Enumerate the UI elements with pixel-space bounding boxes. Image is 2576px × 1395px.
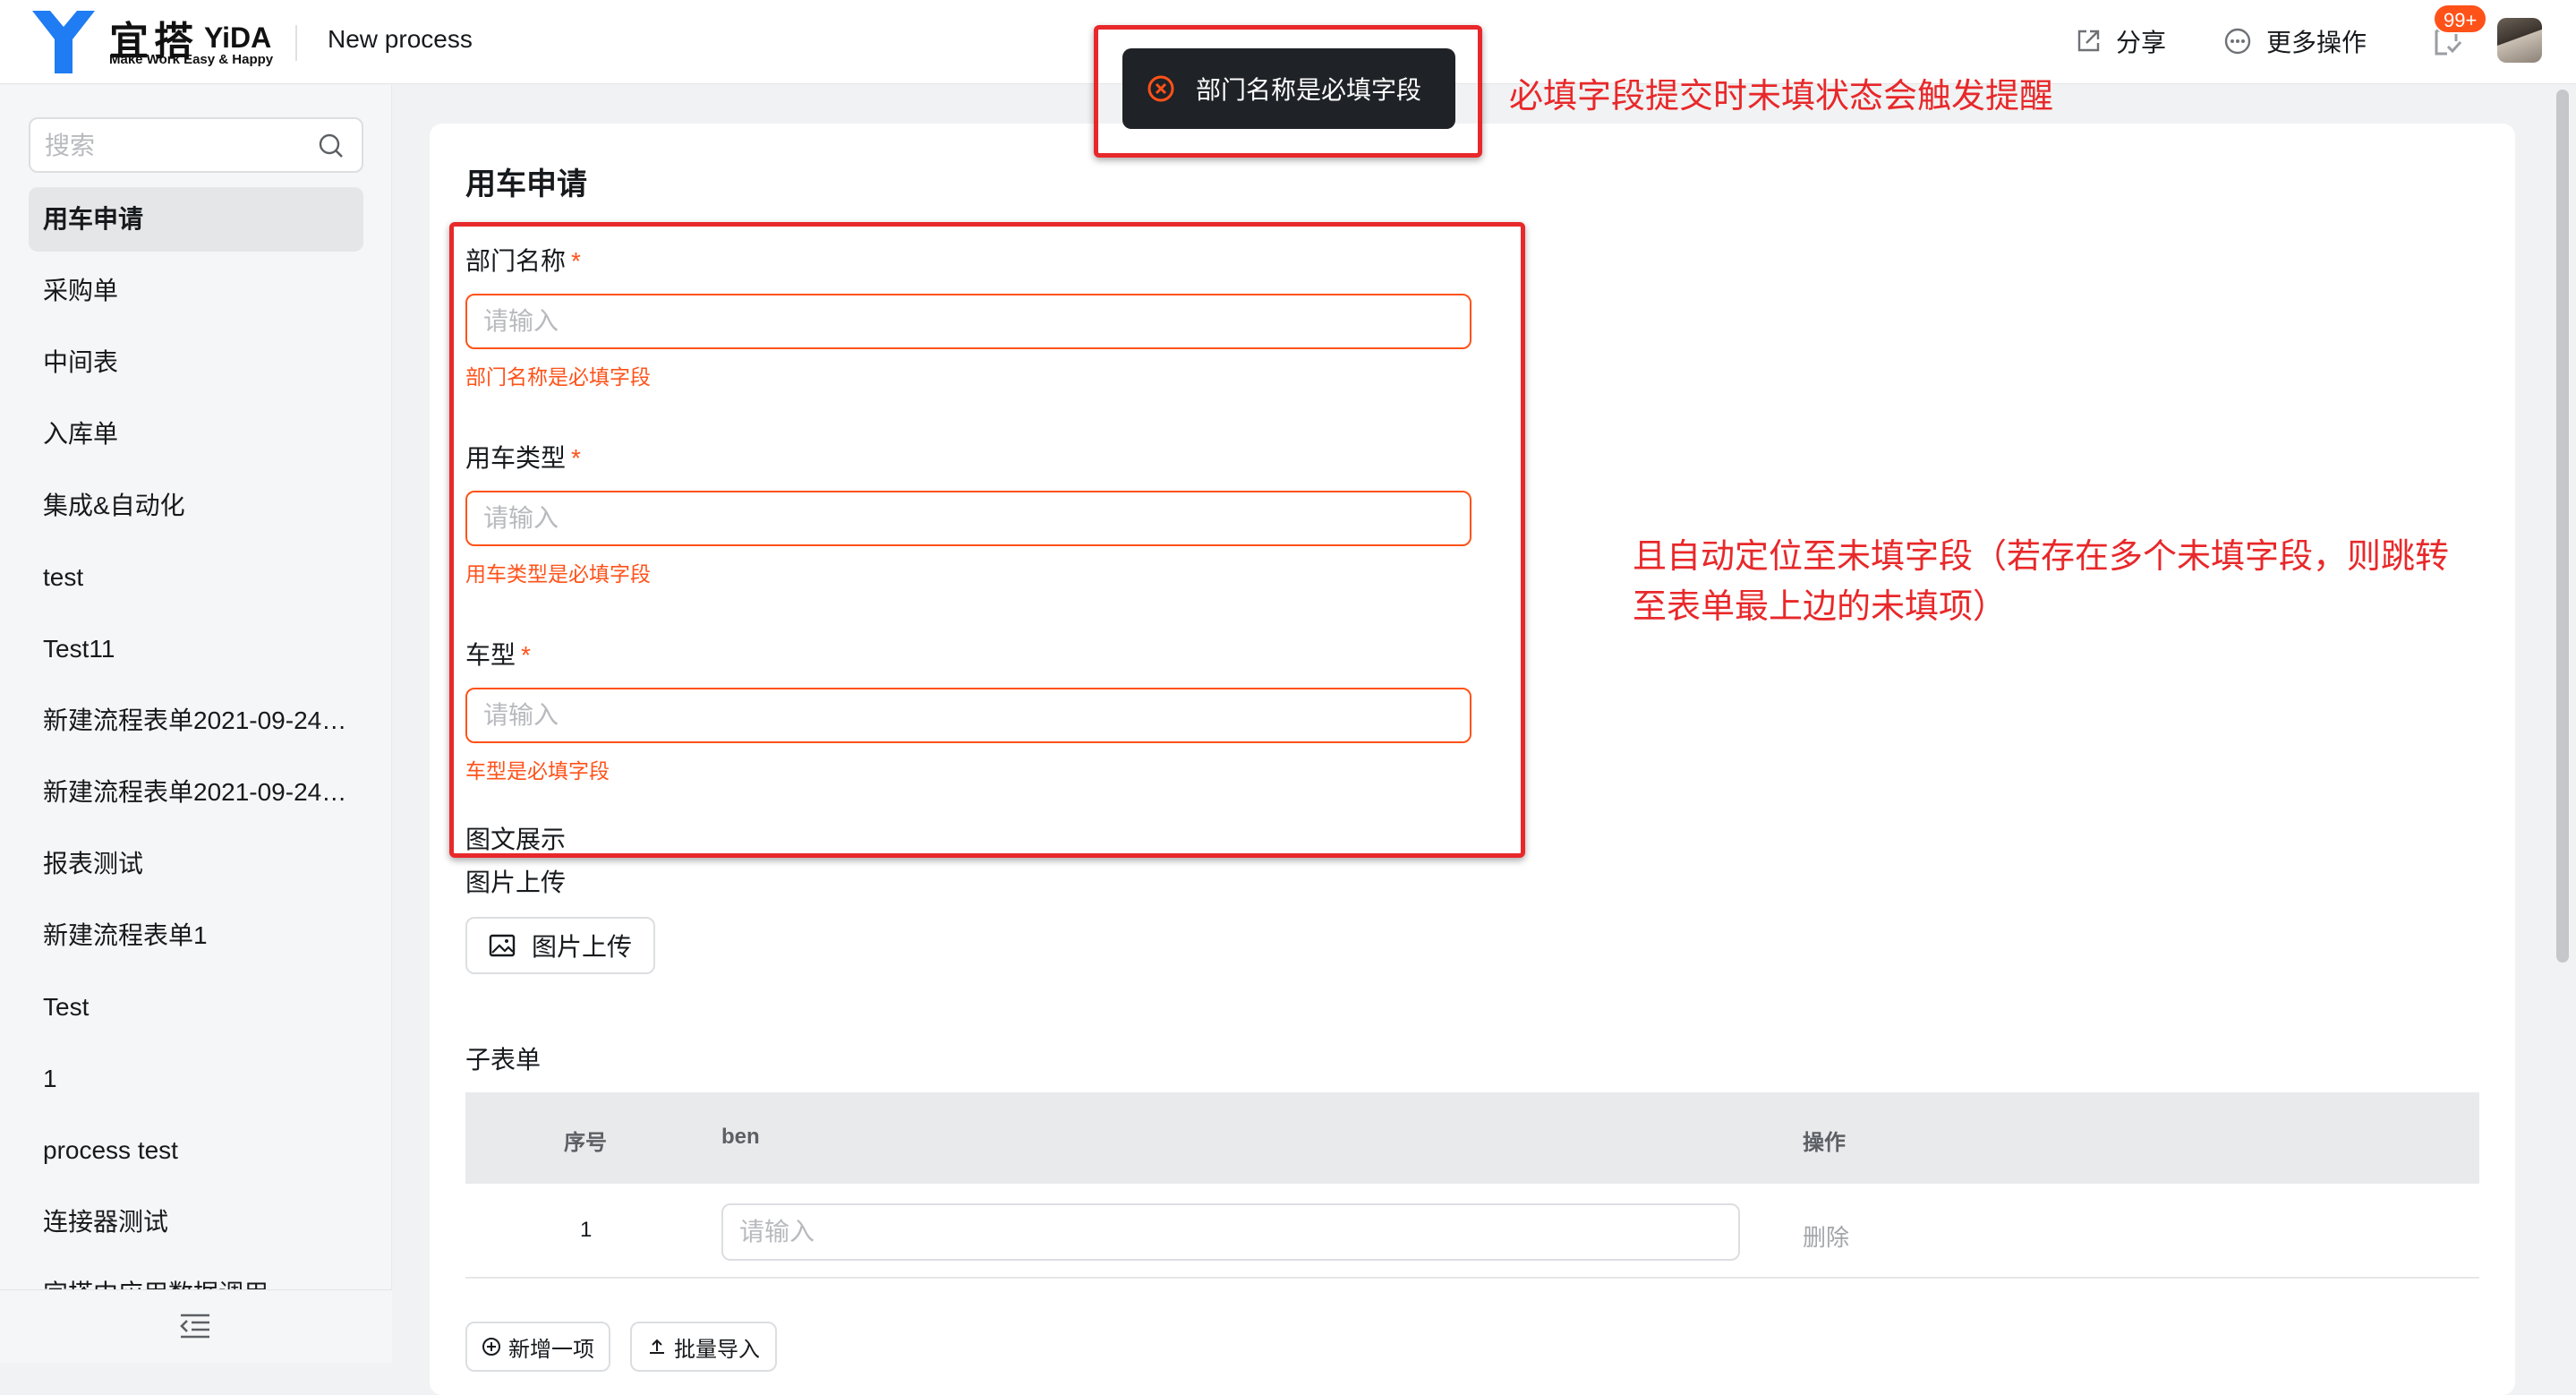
image-upload-button[interactable]: 图片上传 [465, 917, 655, 974]
column-header-index: 序号 [564, 1131, 607, 1155]
sidebar-item-vehicle-request[interactable]: 用车申请 [29, 187, 363, 252]
sidebar-item[interactable]: Test [29, 975, 363, 1040]
annotation-toast-note: 必填字段提交时未填状态会触发提醒 [1509, 78, 2054, 116]
add-item-button[interactable]: 新增一项 [465, 1322, 610, 1372]
page-scrollbar[interactable] [2556, 90, 2569, 963]
sidebar-item[interactable]: 采购单 [29, 259, 363, 323]
share-button[interactable]: 分享 [2075, 23, 2166, 59]
annotation-box-toast [1094, 25, 1482, 158]
subform-table-header: 序号 ben 操作 [465, 1092, 2479, 1184]
table-row: 1 删除 [465, 1184, 2479, 1279]
form-title: 用车申请 [465, 167, 587, 201]
sidebar-item[interactable]: 中间表 [29, 330, 363, 395]
sidebar: 用车申请 采购单 中间表 入库单 集成&自动化 test Test11 新建流程… [0, 85, 392, 1363]
logo-tagline: Make Work Easy & Happy [109, 52, 274, 67]
sidebar-item[interactable]: 1 [29, 1047, 363, 1111]
image-upload-button-label: 图片上传 [531, 933, 632, 961]
annotation-box-form [449, 222, 1525, 858]
more-actions-button[interactable]: 更多操作 [2223, 23, 2367, 59]
plus-circle-icon [482, 1338, 500, 1356]
todo-count-badge: 99+ [2433, 4, 2488, 34]
sidebar-item[interactable]: 新建流程表单1 [29, 903, 363, 968]
batch-import-button[interactable]: 批量导入 [630, 1322, 777, 1372]
search-input[interactable] [45, 130, 313, 162]
image-upload-label: 图片上传 [465, 869, 567, 896]
upload-icon [650, 1339, 664, 1354]
add-item-label: 新增一项 [508, 1337, 594, 1362]
sidebar-item[interactable]: 连接器测试 [29, 1190, 363, 1254]
row-index: 1 [580, 1218, 593, 1242]
column-header-ben: ben [721, 1125, 760, 1149]
more-icon [2224, 28, 2251, 55]
sidebar-footer [0, 1289, 392, 1363]
share-label: 分享 [2116, 29, 2167, 56]
subform-label: 子表单 [465, 1046, 542, 1074]
subform-ben-input[interactable] [721, 1203, 1740, 1261]
sidebar-search [29, 117, 363, 173]
sidebar-item[interactable]: test [29, 545, 363, 610]
user-avatar[interactable] [2497, 18, 2542, 63]
yida-logo-icon[interactable] [32, 11, 95, 73]
sidebar-item[interactable]: 入库单 [29, 402, 363, 466]
sidebar-item[interactable]: process test [29, 1118, 363, 1183]
column-header-action: 操作 [1803, 1131, 1846, 1155]
image-icon [489, 934, 516, 957]
sidebar-item[interactable]: 报表测试 [29, 832, 363, 896]
delete-row-link[interactable]: 删除 [1803, 1220, 1849, 1253]
sidebar-item[interactable]: 新建流程表单2021-09-24… [29, 689, 363, 753]
sidebar-item[interactable]: 新建流程表单2021-09-24… [29, 760, 363, 825]
batch-import-label: 批量导入 [674, 1337, 760, 1362]
sidebar-item[interactable]: 集成&自动化 [29, 474, 363, 538]
collapse-sidebar-icon[interactable] [177, 1308, 213, 1344]
search-icon[interactable] [317, 132, 345, 160]
annotation-form-note: 且自动定位至未填字段（若存在多个未填字段，则跳转至表单最上边的未填项） [1633, 538, 2450, 626]
logo-text-en: YiDA [204, 21, 272, 54]
sidebar-item[interactable]: Test11 [29, 617, 363, 681]
app-title: New process [328, 25, 473, 53]
more-actions-label: 更多操作 [2266, 29, 2367, 56]
share-icon [2077, 30, 2100, 52]
header-divider [295, 25, 297, 61]
